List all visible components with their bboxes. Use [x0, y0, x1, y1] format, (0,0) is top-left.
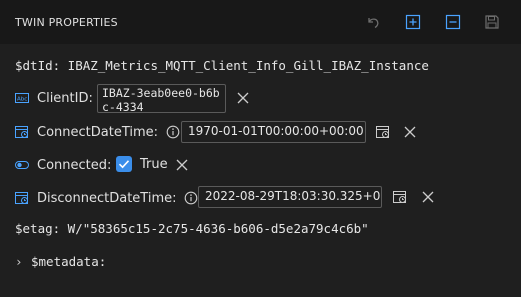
info-icon[interactable]	[184, 191, 198, 205]
boolean-type-icon	[15, 158, 29, 172]
close-icon[interactable]	[175, 158, 189, 172]
property-connect-date-time: ConnectDateTime:	[15, 120, 190, 144]
disconnect-date-time-label: DisconnectDateTime:	[37, 190, 177, 206]
datetime-type-icon	[15, 191, 29, 205]
save-icon[interactable]	[483, 13, 501, 31]
metadata-label: $metadata:	[31, 254, 107, 269]
client-id-input[interactable]: IBAZ-3eab0ee0-b6bc-4334	[97, 84, 226, 113]
datetime-type-icon	[15, 125, 29, 139]
svg-text:Abc: Abc	[17, 97, 27, 103]
client-id-label: ClientID:	[37, 90, 93, 106]
metadata-row[interactable]: › $metadata:	[15, 254, 106, 269]
close-icon[interactable]	[236, 91, 250, 105]
connected-label: Connected:	[37, 157, 112, 173]
string-type-icon: Abc	[15, 91, 29, 105]
chevron-right-icon[interactable]: ›	[15, 254, 31, 269]
property-client-id: Abc ClientID:	[15, 86, 93, 110]
undo-icon[interactable]	[364, 13, 382, 31]
connected-checkbox[interactable]	[116, 156, 132, 172]
panel-header: TWIN PROPERTIES	[0, 0, 521, 44]
connect-date-time-label: ConnectDateTime:	[37, 124, 159, 140]
collapse-all-icon[interactable]	[444, 13, 462, 31]
property-disconnect-date-time: DisconnectDateTime:	[15, 186, 208, 210]
property-connected: Connected:	[15, 153, 111, 177]
disconnect-date-time-input[interactable]: 2022-08-29T18:03:30.325+00:00	[198, 186, 382, 208]
expand-all-icon[interactable]	[404, 13, 422, 31]
connect-date-time-input[interactable]: 1970-01-01T00:00:00+00:00	[181, 121, 366, 143]
calendar-icon[interactable]	[376, 125, 390, 139]
connected-value: True	[140, 157, 168, 172]
info-icon[interactable]	[166, 125, 180, 139]
etag-line: $etag: W/"58365c15-2c75-4636-b606-d5e2a7…	[15, 221, 369, 236]
dtid-line: $dtId: IBAZ_Metrics_MQTT_Client_Info_Gil…	[15, 58, 429, 73]
close-icon[interactable]	[403, 125, 417, 139]
panel-title: TWIN PROPERTIES	[15, 16, 118, 29]
close-icon[interactable]	[421, 190, 435, 204]
calendar-icon[interactable]	[393, 190, 407, 204]
